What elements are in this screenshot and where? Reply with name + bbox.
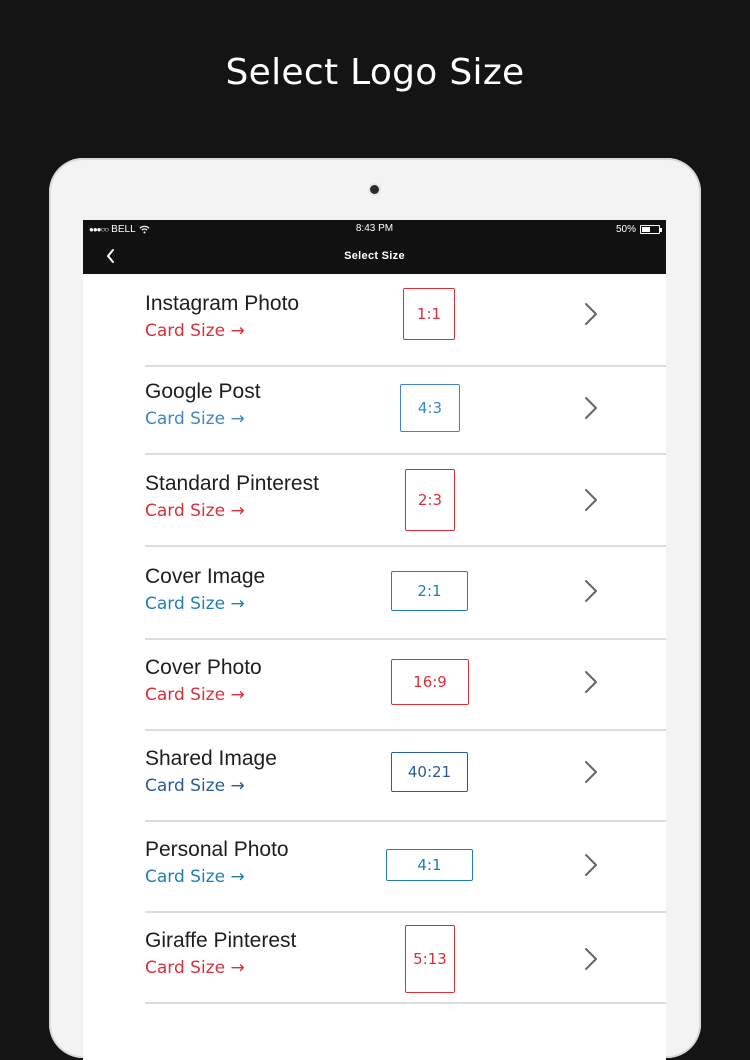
size-title: Instagram Photo [145,292,300,315]
card-size-link[interactable]: Card Size → [145,321,245,341]
chevron-right-icon[interactable] [584,396,598,420]
card-size-link[interactable]: Card Size → [145,958,245,978]
battery-icon [640,224,662,234]
chevron-left-icon[interactable] [103,246,119,266]
aspect-ratio-box: 4:3 [400,384,460,432]
camera-icon [370,185,379,194]
chevron-right-icon[interactable] [584,853,598,877]
card-size-link[interactable]: Card Size → [145,409,245,429]
size-row[interactable]: Standard Pinterest Card Size → 2:3 [145,454,666,547]
aspect-ratio-box: 5:13 [405,925,455,993]
chevron-right-icon[interactable] [584,488,598,512]
aspect-ratio-box: 2:3 [405,469,455,531]
aspect-ratio-box: 40:21 [391,752,468,792]
card-size-link[interactable]: Card Size → [145,501,245,521]
chevron-right-icon[interactable] [584,302,598,326]
headline: Select Logo Size [225,52,525,93]
size-row[interactable]: Giraffe Pinterest Card Size → 5:13 [145,911,666,1004]
nav-title: Select Size [344,250,405,262]
size-row[interactable]: Instagram Photo Card Size → 1:1 [145,274,666,367]
aspect-ratio-box: 1:1 [403,288,455,340]
size-title: Cover Photo [145,656,262,679]
size-row[interactable]: Shared Image Card Size → 40:21 [145,729,666,822]
card-size-link[interactable]: Card Size → [145,685,245,705]
size-title: Personal Photo [145,838,289,861]
size-title: Standard Pinterest [145,472,319,495]
size-row[interactable]: Personal Photo Card Size → 4:1 [145,820,666,913]
size-title: Cover Image [145,565,266,588]
size-title: Shared Image [145,747,277,770]
size-title: Google Post [145,380,261,403]
aspect-ratio-box: 4:1 [386,849,473,881]
tablet-frame: ●●●○○ BELL 8:43 PM 50% Select Size Insta… [49,158,701,1060]
aspect-ratio-box: 16:9 [391,659,469,705]
chevron-right-icon[interactable] [584,760,598,784]
card-size-link[interactable]: Card Size → [145,594,245,614]
size-row[interactable]: Cover Image Card Size → 2:1 [145,547,666,640]
chevron-right-icon[interactable] [584,947,598,971]
card-size-link[interactable]: Card Size → [145,776,245,796]
size-title: Giraffe Pinterest [145,929,297,952]
nav-bar: Select Size [83,238,666,274]
battery-fill [642,226,650,232]
chevron-right-icon[interactable] [584,670,598,694]
chevron-right-icon[interactable] [584,579,598,603]
card-size-link[interactable]: Card Size → [145,867,245,887]
screen: ●●●○○ BELL 8:43 PM 50% Select Size Insta… [83,220,666,1060]
size-row[interactable]: Google Post Card Size → 4:3 [145,362,666,455]
status-time: 8:43 PM [355,223,394,234]
size-row[interactable]: Cover Photo Card Size → 16:9 [145,638,666,731]
status-bar: ●●●○○ BELL 8:43 PM 50% [83,220,666,238]
aspect-ratio-box: 2:1 [391,571,468,611]
